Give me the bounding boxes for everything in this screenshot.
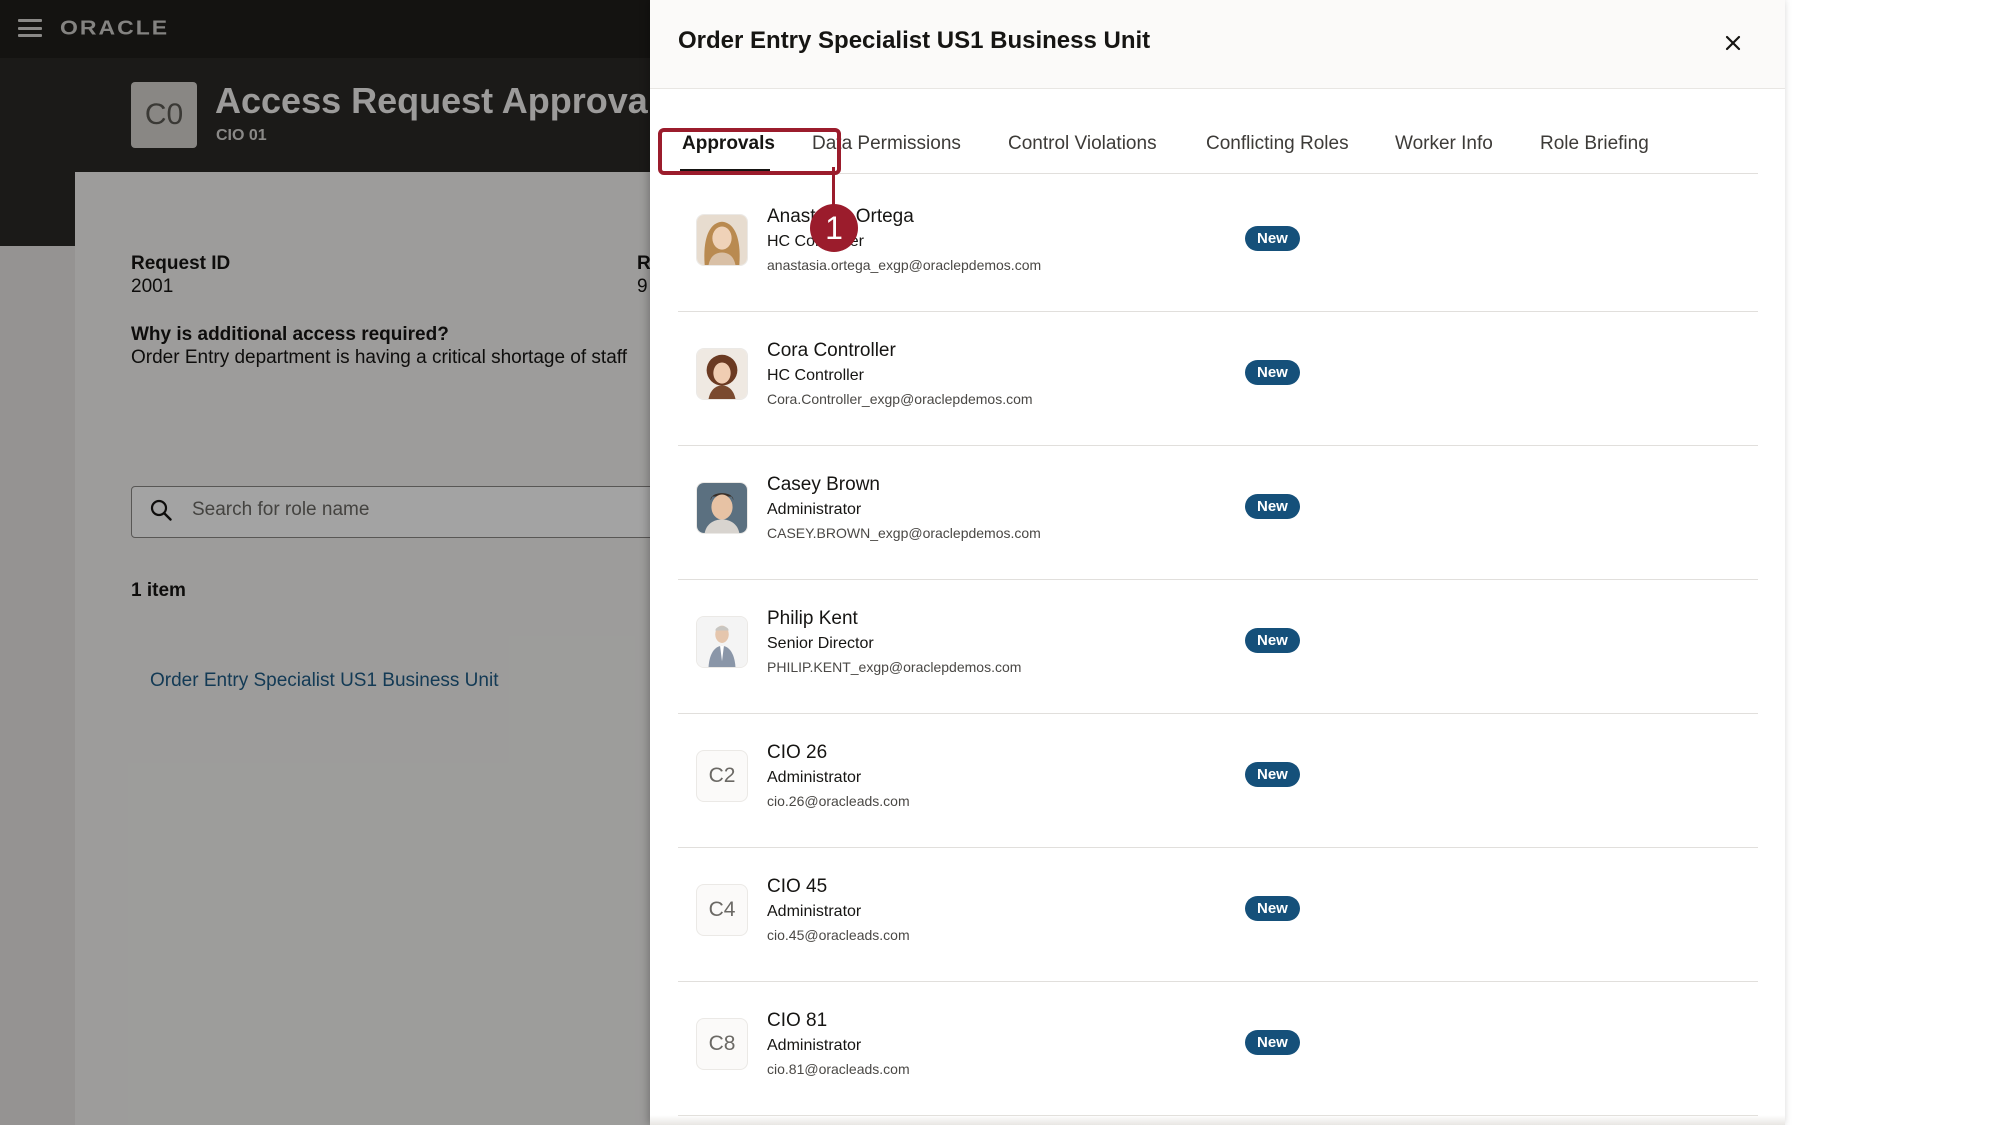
avatar (696, 348, 748, 400)
status-badge: New (1245, 896, 1300, 921)
approver-role: HC Controller (767, 367, 864, 384)
approver-row: Casey Brown Administrator CASEY.BROWN_ex… (678, 446, 1758, 580)
avatar-initials: C2 (696, 750, 748, 802)
approver-email: cio.81@oracleads.com (767, 1061, 910, 1077)
approver-role: Administrator (767, 501, 862, 518)
avatar-initials: C8 (696, 1018, 748, 1070)
scroll-fade (650, 1115, 1785, 1125)
status-badge: New (1245, 226, 1300, 251)
approver-role: Administrator (767, 1037, 862, 1054)
tab-role-briefing[interactable]: Role Briefing (1540, 133, 1649, 155)
approver-email: PHILIP.KENT_exgp@oraclepdemos.com (767, 659, 1022, 675)
callout-connector (832, 167, 835, 207)
approver-email: cio.26@oracleads.com (767, 793, 910, 809)
callout-highlight-box (658, 128, 841, 175)
avatar (696, 214, 748, 266)
tab-control-violations[interactable]: Control Violations (1008, 133, 1157, 155)
approver-row: Philip Kent Senior Director PHILIP.KENT_… (678, 580, 1758, 714)
tab-worker-info[interactable]: Worker Info (1395, 133, 1493, 155)
approver-name: CIO 45 (767, 876, 828, 897)
avatar-initials: C4 (696, 884, 748, 936)
approver-email: Cora.Controller_exgp@oraclepdemos.com (767, 391, 1033, 407)
approver-row: C2 CIO 26 Administrator cio.26@oracleads… (678, 714, 1758, 848)
approver-email: anastasia.ortega_exgp@oraclepdemos.com (767, 257, 1042, 273)
approver-name: CIO 81 (767, 1010, 828, 1031)
approvers-list: Anastasia Ortega HC Controller anastasia… (678, 178, 1758, 1116)
callout-step-badge: 1 (810, 204, 858, 252)
approver-row: C8 CIO 81 Administrator cio.81@oracleads… (678, 982, 1758, 1116)
tab-conflicting-roles[interactable]: Conflicting Roles (1206, 133, 1349, 155)
approver-role: Senior Director (767, 635, 874, 652)
avatar (696, 616, 748, 668)
drawer-header: Order Entry Specialist US1 Business Unit (650, 0, 1785, 89)
status-badge: New (1245, 628, 1300, 653)
approver-name: Cora Controller (767, 340, 896, 361)
approver-name: Philip Kent (767, 608, 858, 629)
status-badge: New (1245, 360, 1300, 385)
status-badge: New (1245, 762, 1300, 787)
approver-row: Cora Controller HC Controller Cora.Contr… (678, 312, 1758, 446)
status-badge: New (1245, 494, 1300, 519)
approver-row: C4 CIO 45 Administrator cio.45@oracleads… (678, 848, 1758, 982)
close-icon (1725, 35, 1741, 51)
status-badge: New (1245, 1030, 1300, 1055)
approver-name: Casey Brown (767, 474, 880, 495)
role-details-drawer: Order Entry Specialist US1 Business Unit… (650, 0, 1785, 1125)
approver-role: Administrator (767, 903, 862, 920)
approver-email: cio.45@oracleads.com (767, 927, 910, 943)
close-button[interactable] (1718, 28, 1748, 58)
approver-name: CIO 26 (767, 742, 828, 763)
approver-role: Administrator (767, 769, 862, 786)
avatar (696, 482, 748, 534)
drawer-title: Order Entry Specialist US1 Business Unit (678, 27, 1151, 54)
approver-email: CASEY.BROWN_exgp@oraclepdemos.com (767, 525, 1041, 541)
